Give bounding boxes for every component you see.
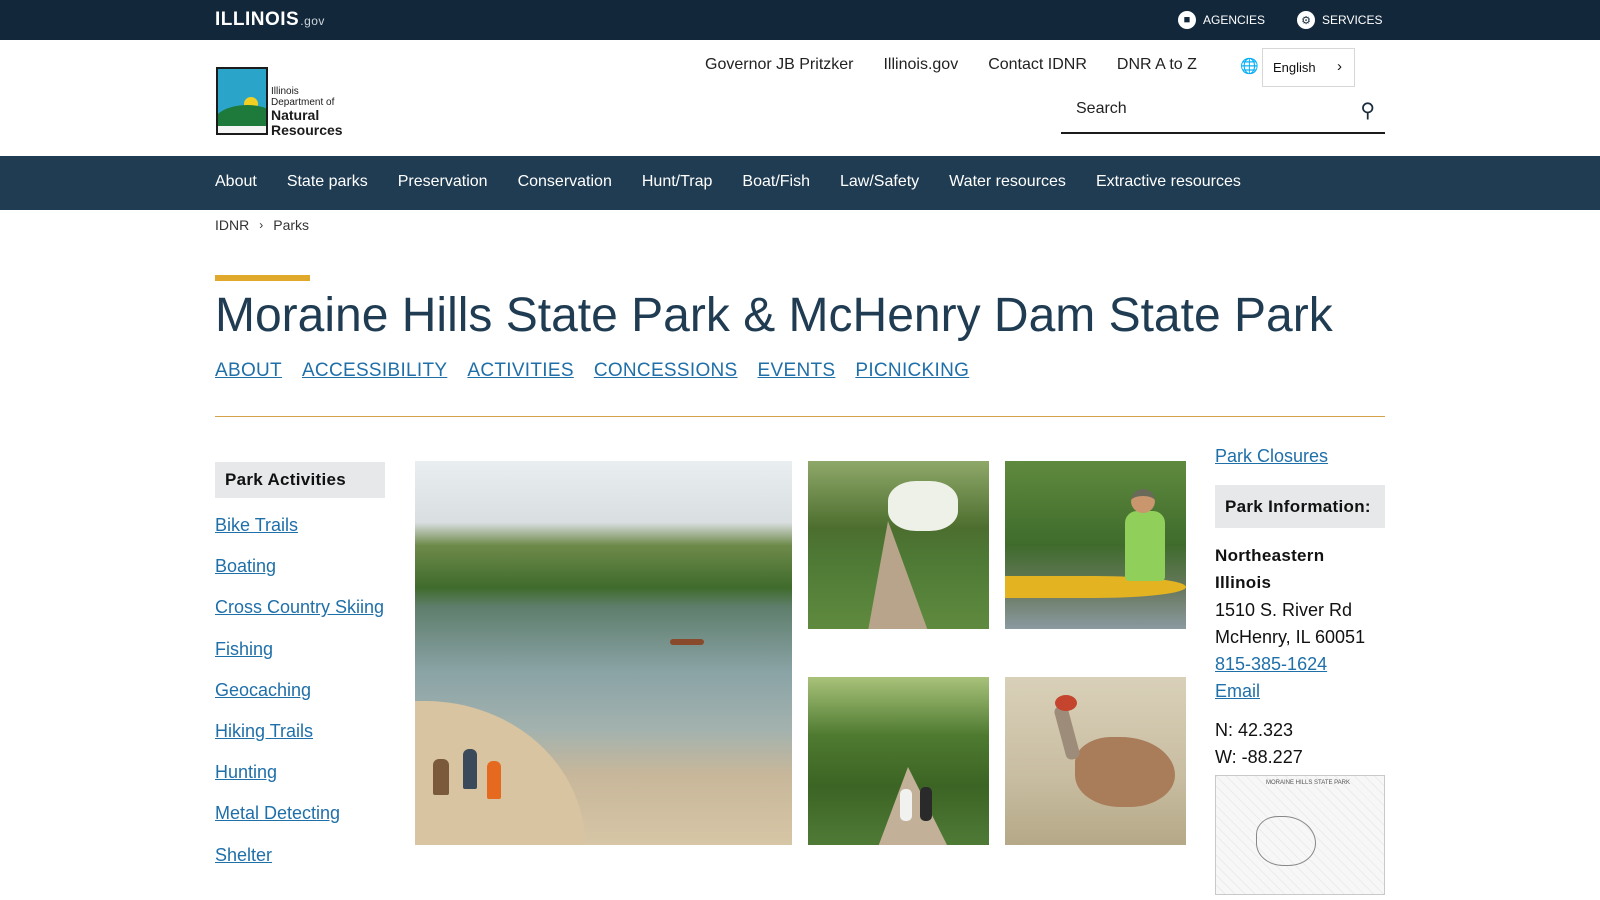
photo-hikers-trail[interactable]	[808, 677, 989, 845]
nav-item-conservation[interactable]: Conservation	[518, 173, 612, 191]
illinois-gov-wordmark[interactable]: ILLINOIS .gov	[215, 9, 325, 31]
park-activities-sidebar: Park Activities Bike Trails Boating Cros…	[215, 462, 385, 883]
nav-item-preservation[interactable]: Preservation	[398, 173, 488, 191]
photo-kayak-fishing[interactable]	[1005, 461, 1186, 629]
util-link-a-to-z[interactable]: DNR A to Z	[1117, 56, 1197, 74]
sidebar-item-fishing[interactable]: Fishing	[215, 639, 273, 659]
sidebar-item-cross-country-skiing[interactable]: Cross Country Skiing	[215, 597, 384, 617]
services-link[interactable]: ⚙ SERVICES	[1297, 11, 1382, 29]
park-subnav: ABOUT ACCESSIBILITY ACTIVITIES CONCESSIO…	[215, 360, 989, 382]
photo-sandhill-crane[interactable]	[1005, 677, 1186, 845]
phone-link[interactable]: 815-385-1624	[1215, 651, 1385, 678]
title-accent-bar	[215, 275, 310, 281]
util-link-governor[interactable]: Governor JB Pritzker	[705, 56, 853, 74]
park-map-thumbnail[interactable]: MORAINE HILLS STATE PARK	[1215, 774, 1385, 895]
nav-item-state-parks[interactable]: State parks	[287, 173, 368, 191]
subnav-events[interactable]: EVENTS	[758, 360, 836, 382]
sidebar-item-boating[interactable]: Boating	[215, 556, 276, 576]
subnav-concessions[interactable]: CONCESSIONS	[594, 360, 738, 382]
nav-item-boat-fish[interactable]: Boat/Fish	[742, 173, 810, 191]
sidebar-heading: Park Activities	[215, 462, 385, 498]
sidebar-item-metal-detecting[interactable]: Metal Detecting	[215, 803, 340, 823]
subnav-accessibility[interactable]: ACCESSIBILITY	[302, 360, 447, 382]
gear-icon: ⚙	[1297, 11, 1315, 29]
sidebar-item-bike-trails[interactable]: Bike Trails	[215, 515, 298, 535]
sidebar-item-shelter[interactable]: Shelter	[215, 845, 272, 865]
agencies-link[interactable]: ■ AGENCIES	[1178, 11, 1265, 29]
search-input[interactable]	[1076, 100, 1336, 118]
language-select[interactable]: English ›	[1262, 48, 1355, 87]
chevron-right-icon: ›	[259, 218, 264, 232]
breadcrumb-idnr[interactable]: IDNR	[215, 217, 249, 233]
idnr-logo[interactable]: Illinois Department of Natural Resources	[216, 67, 346, 137]
page-title: Moraine Hills State Park & McHenry Dam S…	[215, 289, 1333, 342]
util-link-contact[interactable]: Contact IDNR	[988, 56, 1087, 74]
breadcrumb: IDNR › Parks	[215, 217, 309, 233]
search-icon[interactable]: ⚲	[1360, 98, 1375, 123]
email-link[interactable]: Email	[1215, 678, 1385, 705]
address-line-2: McHenry, IL 60051	[1215, 626, 1366, 647]
nav-item-extractive-resources[interactable]: Extractive resources	[1096, 173, 1241, 191]
divider	[215, 416, 1385, 417]
sidebar-item-hunting[interactable]: Hunting	[215, 762, 277, 782]
top-bar: ILLINOIS .gov ■ AGENCIES ⚙ SERVICES	[0, 0, 1600, 40]
main-nav: About State parks Preservation Conservat…	[0, 156, 1600, 210]
subnav-about[interactable]: ABOUT	[215, 360, 282, 382]
sidebar-item-hiking-trails[interactable]: Hiking Trails	[215, 721, 313, 741]
globe-icon: 🌐	[1240, 58, 1259, 75]
nav-item-water-resources[interactable]: Water resources	[949, 173, 1066, 191]
building-icon: ■	[1178, 11, 1196, 29]
breadcrumb-parks[interactable]: Parks	[273, 217, 309, 233]
nav-item-law-safety[interactable]: Law/Safety	[840, 173, 919, 191]
subnav-activities[interactable]: ACTIVITIES	[467, 360, 573, 382]
park-closures-link[interactable]: Park Closures	[1215, 446, 1385, 467]
latitude: N: 42.323	[1215, 719, 1294, 740]
park-info-heading: Park Information:	[1215, 485, 1385, 529]
search-box: ⚲	[1061, 92, 1385, 134]
util-link-illinois-gov[interactable]: Illinois.gov	[883, 56, 958, 74]
park-region: Northeastern Illinois	[1215, 546, 1325, 593]
site-header: Illinois Department of Natural Resources…	[0, 40, 1600, 156]
subnav-picnicking[interactable]: PICNICKING	[855, 360, 969, 382]
park-info-rail: Park Closures Park Information: Northeas…	[1215, 446, 1385, 895]
idnr-logo-mark	[216, 67, 268, 135]
longitude: W: -88.227	[1215, 746, 1303, 767]
photo-trail-meadow[interactable]	[808, 461, 989, 629]
photo-river-shore[interactable]	[415, 461, 792, 845]
sidebar-item-geocaching[interactable]: Geocaching	[215, 680, 311, 700]
nav-item-hunt-trap[interactable]: Hunt/Trap	[642, 173, 713, 191]
nav-item-about[interactable]: About	[215, 173, 257, 191]
address-line-1: 1510 S. River Rd	[1215, 599, 1353, 620]
chevron-right-icon: ›	[1337, 58, 1342, 75]
utility-nav: Governor JB Pritzker Illinois.gov Contac…	[705, 56, 1227, 74]
